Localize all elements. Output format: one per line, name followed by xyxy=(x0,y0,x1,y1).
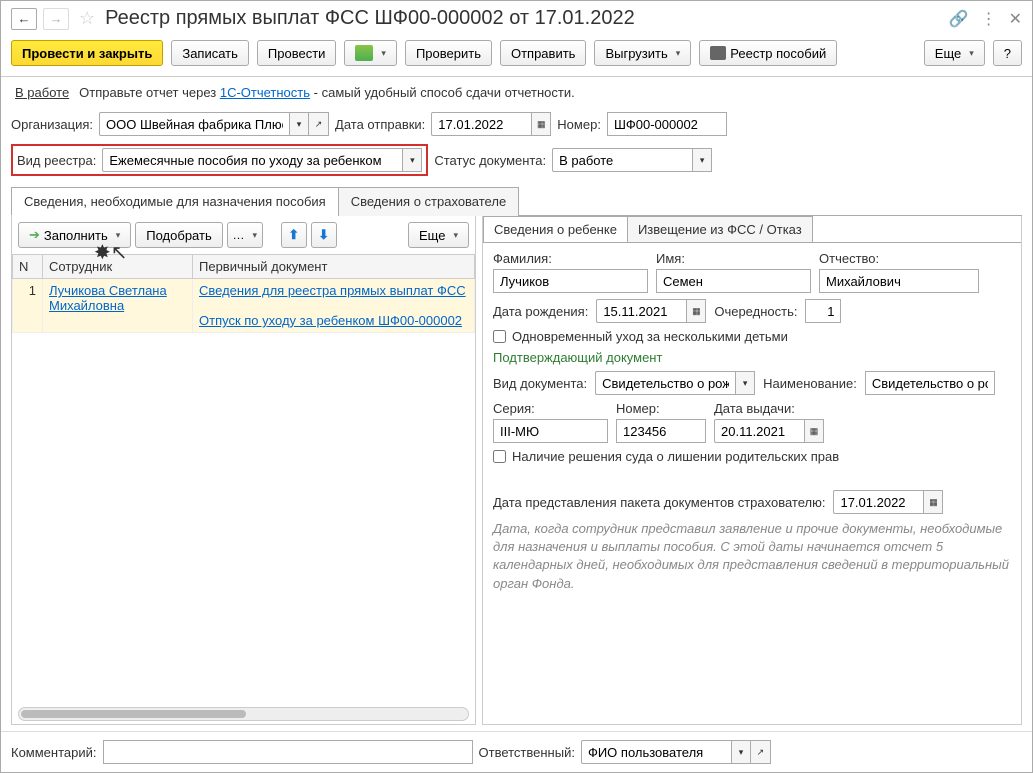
doc-icon xyxy=(355,45,373,61)
col-n[interactable]: N xyxy=(13,255,43,279)
fill-button[interactable]: ➔ Заполнить xyxy=(18,222,131,248)
doc-action-button[interactable] xyxy=(344,40,397,66)
order-input[interactable] xyxy=(805,299,841,323)
org-dd-icon[interactable]: ▾ xyxy=(289,112,309,136)
doc-link[interactable]: Сведения для реестра прямых выплат ФСС xyxy=(199,283,466,298)
doctype-dd-icon[interactable]: ▾ xyxy=(735,371,755,395)
favorite-icon[interactable]: ☆ xyxy=(79,8,95,29)
export-button[interactable]: Выгрузить xyxy=(594,40,691,66)
window-title: Реестр прямых выплат ФСС ШФ00-000002 от … xyxy=(105,7,943,30)
org-open-icon[interactable]: ↗ xyxy=(309,112,329,136)
reg-type-label: Вид реестра: xyxy=(17,153,96,168)
report-link[interactable]: 1С-Отчетность xyxy=(220,85,310,100)
status-label: В работе xyxy=(15,85,69,100)
org-input[interactable] xyxy=(99,112,289,136)
reg-type-dd-icon[interactable]: ▾ xyxy=(402,148,422,172)
back-button[interactable]: ← xyxy=(11,8,37,30)
resp-label: Ответственный: xyxy=(479,745,575,760)
post-button[interactable]: Провести xyxy=(257,40,337,66)
pkg-date-input[interactable] xyxy=(833,490,923,514)
bdate-input[interactable] xyxy=(596,299,686,323)
calendar-icon[interactable]: ▦ xyxy=(531,112,551,136)
court-checkbox[interactable] xyxy=(493,450,506,463)
pkg-label: Дата представления пакета документов стр… xyxy=(493,495,825,510)
table-row[interactable]: 1 Лучикова Светлана Михайловна Сведения … xyxy=(13,279,475,333)
save-button[interactable]: Записать xyxy=(171,40,249,66)
subtab-fss[interactable]: Извещение из ФСС / Отказ xyxy=(628,216,813,242)
lname-label: Фамилия: xyxy=(493,251,648,266)
confirm-doc-title: Подтверждающий документ xyxy=(493,350,1011,365)
calendar-icon[interactable]: ▦ xyxy=(804,419,824,443)
registry-button[interactable]: Реестр пособий xyxy=(699,40,837,66)
check-button[interactable]: Проверить xyxy=(405,40,492,66)
fname-label: Имя: xyxy=(656,251,811,266)
docname-label: Наименование: xyxy=(763,376,857,391)
resp-dd-icon[interactable]: ▾ xyxy=(731,740,751,764)
ellipsis-button[interactable]: … xyxy=(227,222,263,248)
post-close-button[interactable]: Провести и закрыть xyxy=(11,40,163,66)
help-button[interactable]: ? xyxy=(993,40,1022,66)
move-up-button[interactable]: ⬆ xyxy=(281,222,307,248)
employee-link[interactable]: Лучикова Светлана Михайловна xyxy=(49,283,167,313)
send-date-label: Дата отправки: xyxy=(335,117,425,132)
move-down-button[interactable]: ⬇ xyxy=(311,222,337,248)
doctype-label: Вид документа: xyxy=(493,376,587,391)
idate-label: Дата выдачи: xyxy=(714,401,834,416)
doc-status-dd-icon[interactable]: ▾ xyxy=(692,148,712,172)
doc-status-input[interactable] xyxy=(552,148,692,172)
forward-button[interactable]: → xyxy=(43,8,69,30)
doc-status-label: Статус документа: xyxy=(434,153,546,168)
h-scrollbar[interactable] xyxy=(18,707,469,721)
num-input[interactable] xyxy=(616,419,706,443)
doc-link[interactable]: Отпуск по уходу за ребенком ШФ00-000002 xyxy=(199,313,462,328)
subtab-child[interactable]: Сведения о ребенке xyxy=(483,216,628,242)
calendar-icon[interactable]: ▦ xyxy=(686,299,706,323)
fname-input[interactable] xyxy=(656,269,811,293)
pname-label: Отчество: xyxy=(819,251,979,266)
fill-arrow-icon: ➔ xyxy=(29,227,40,243)
resp-input[interactable] xyxy=(581,740,731,764)
more-icon[interactable]: ⋮ xyxy=(981,9,997,29)
org-label: Организация: xyxy=(11,117,93,132)
col-emp[interactable]: Сотрудник xyxy=(43,255,193,279)
tab-insurer[interactable]: Сведения о страхователе xyxy=(338,187,519,216)
series-label: Серия: xyxy=(493,401,608,416)
col-doc[interactable]: Первичный документ xyxy=(193,255,475,279)
tab-main[interactable]: Сведения, необходимые для назначения пос… xyxy=(11,187,339,216)
close-icon[interactable]: ✕ xyxy=(1009,9,1022,29)
docname-input[interactable] xyxy=(865,371,995,395)
reg-type-input[interactable] xyxy=(102,148,402,172)
series-input[interactable] xyxy=(493,419,608,443)
send-date-input[interactable] xyxy=(431,112,531,136)
pname-input[interactable] xyxy=(819,269,979,293)
lname-input[interactable] xyxy=(493,269,648,293)
num-label: Номер: xyxy=(616,401,706,416)
order-label: Очередность: xyxy=(714,304,797,319)
number-input[interactable] xyxy=(607,112,727,136)
pkg-hint: Дата, когда сотрудник представил заявлен… xyxy=(493,520,1011,593)
grid-more-button[interactable]: Еще xyxy=(408,222,469,248)
pick-button[interactable]: Подобрать xyxy=(135,222,222,248)
doctype-input[interactable] xyxy=(595,371,735,395)
more-button[interactable]: Еще xyxy=(924,40,985,66)
comment-input[interactable] xyxy=(103,740,473,764)
multi-care-checkbox[interactable] xyxy=(493,330,506,343)
bdate-label: Дата рождения: xyxy=(493,304,588,319)
comment-label: Комментарий: xyxy=(11,745,97,760)
send-button[interactable]: Отправить xyxy=(500,40,586,66)
idate-input[interactable] xyxy=(714,419,804,443)
printer-icon xyxy=(710,46,726,60)
number-label: Номер: xyxy=(557,117,601,132)
resp-open-icon[interactable]: ↗ xyxy=(751,740,771,764)
link-icon[interactable]: 🔗 xyxy=(949,9,969,29)
calendar-icon[interactable]: ▦ xyxy=(923,490,943,514)
